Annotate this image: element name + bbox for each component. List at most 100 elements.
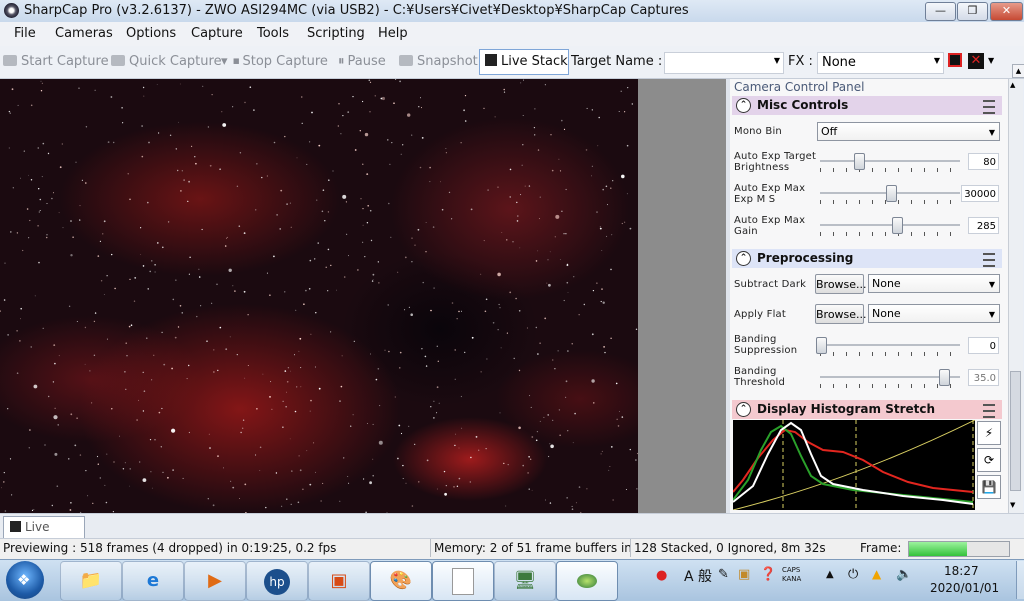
banding-slider-thumb[interactable] [816,337,827,354]
star [578,314,580,316]
menu-icon[interactable] [983,404,995,418]
threshold-slider-thumb[interactable] [939,369,951,386]
toolbar-scroll-icon[interactable]: ▲ [1012,64,1024,78]
pause-button[interactable]: ⏸ Pause [338,54,386,69]
quick-capture-dropdown[interactable]: ▾ [221,54,228,69]
flat-browse-button[interactable]: Browse... [815,304,867,324]
banding-value[interactable]: 0 [968,337,999,354]
save-icon: 💾 [981,480,997,494]
menu-file[interactable]: File [14,26,36,41]
flat-select[interactable]: None ▼ [868,304,1000,323]
target-name-input[interactable]: ▼ [664,52,784,74]
star [550,444,554,449]
clock-date[interactable]: 2020/01/01 [930,581,999,595]
scroll-up-icon[interactable]: ▲ [1010,81,1015,89]
hp-taskbar-button[interactable]: hp [246,561,308,601]
star [289,438,291,440]
panel-scrollbar[interactable]: ▲ ▼ [1008,79,1023,513]
start-capture-button[interactable]: Start Capture [3,54,109,69]
ime-tools-icon[interactable]: ✎ [718,567,729,582]
star [574,412,576,415]
minimize-button[interactable]: — [925,2,956,21]
ae-target-slider-thumb[interactable] [853,153,865,170]
quick-capture-button[interactable]: Quick Capture [111,54,222,69]
menu-cameras[interactable]: Cameras [55,26,113,41]
star [9,112,11,114]
misc-controls-header[interactable]: ⌃ Misc Controls [732,96,1002,115]
star [327,248,330,251]
star [305,289,307,292]
menu-icon[interactable] [983,253,995,267]
overlay-off-button[interactable]: ✕ [968,53,984,69]
app-taskbar-button[interactable]: ▣ [308,561,370,601]
dark-browse-button[interactable]: Browse... [815,274,867,294]
overlay-dropdown[interactable]: ▼ [988,56,994,65]
banding-slider-track[interactable] [820,344,960,346]
ae-maxexp-value[interactable]: 30000 [961,185,999,202]
scroll-thumb[interactable] [1010,371,1021,491]
save-stretch-button[interactable]: 💾 [977,475,1001,499]
histogram-display[interactable] [733,420,975,510]
star [143,390,146,393]
star [460,395,462,398]
dark-select[interactable]: None ▼ [868,274,1000,293]
ime-dictionary-icon[interactable]: ▣ [738,567,750,582]
ae-maxgain-value[interactable]: 285 [968,217,999,234]
start-button[interactable]: ❖ [6,561,44,599]
usb-icon[interactable]: ⏻ [848,567,858,582]
notification-icon[interactable]: ● [656,568,667,583]
show-desktop-button[interactable] [1016,561,1024,599]
fx-select[interactable]: None ▼ [817,52,944,74]
show-hidden-icons[interactable]: ▲ [826,569,834,580]
network-icon[interactable]: ▲ [872,567,881,581]
camera-image[interactable] [0,79,638,513]
ie-taskbar-button[interactable]: e [122,561,184,601]
volume-icon[interactable]: 🔈 [896,567,912,582]
menu-capture[interactable]: Capture [191,26,243,41]
collapse-icon[interactable]: ⌃ [736,251,751,266]
ae-maxgain-slider-track[interactable] [820,224,960,226]
menu-help[interactable]: Help [378,26,408,41]
ae-target-value[interactable]: 80 [968,153,999,170]
auto-stretch-button[interactable]: ⚡ [977,421,1001,445]
reticle-button[interactable] [948,53,962,67]
histogram-header[interactable]: ⌃ Display Histogram Stretch [732,400,1002,419]
tab-live-stack[interactable]: Live Stack [3,516,85,554]
sharpcap-taskbar-button[interactable] [556,561,618,601]
ae-target-slider-track[interactable] [820,160,960,162]
maximize-button[interactable]: ❐ [957,2,988,21]
mono-bin-select[interactable]: Off ▼ [817,122,1000,141]
app-icon[interactable] [4,3,19,18]
menu-options[interactable]: Options [126,26,176,41]
star [554,236,556,238]
menu-scripting[interactable]: Scripting [307,26,365,41]
live-stack-button[interactable]: Live Stack [479,49,569,75]
star [436,412,438,414]
help-icon[interactable]: ❓ [760,567,776,582]
snapshot-button[interactable]: Snapshot [399,54,478,69]
star [559,259,561,260]
paint-taskbar-button[interactable]: 🎨 [370,561,432,601]
media-player-taskbar-button[interactable]: ▶ [184,561,246,601]
reset-stretch-button[interactable]: ⟳ [977,448,1001,472]
collapse-icon[interactable]: ⌃ [736,402,751,417]
ae-maxexp-slider-thumb[interactable] [886,185,897,202]
notepad-taskbar-button[interactable] [432,561,494,601]
explorer-taskbar-button[interactable]: 📁 [60,561,122,601]
clock-time[interactable]: 18:27 [944,564,979,578]
threshold-value[interactable]: 35.0 [968,369,999,386]
scroll-down-icon[interactable]: ▼ [1010,501,1015,509]
star [592,290,595,292]
monitor-taskbar-button[interactable]: 🖥 [494,561,556,601]
ime-indicator[interactable]: A 般 [684,566,712,586]
ae-maxgain-slider-thumb[interactable] [891,217,903,234]
star [253,109,255,111]
star [284,135,286,138]
preprocessing-header[interactable]: ⌃ Preprocessing [732,249,1002,268]
collapse-icon[interactable]: ⌃ [736,98,751,113]
star [266,272,268,274]
menu-tools[interactable]: Tools [257,26,289,41]
menu-icon[interactable] [983,100,995,114]
close-button[interactable]: ✕ [990,2,1023,21]
stop-capture-button[interactable]: ⏹ Stop Capture [233,54,328,69]
